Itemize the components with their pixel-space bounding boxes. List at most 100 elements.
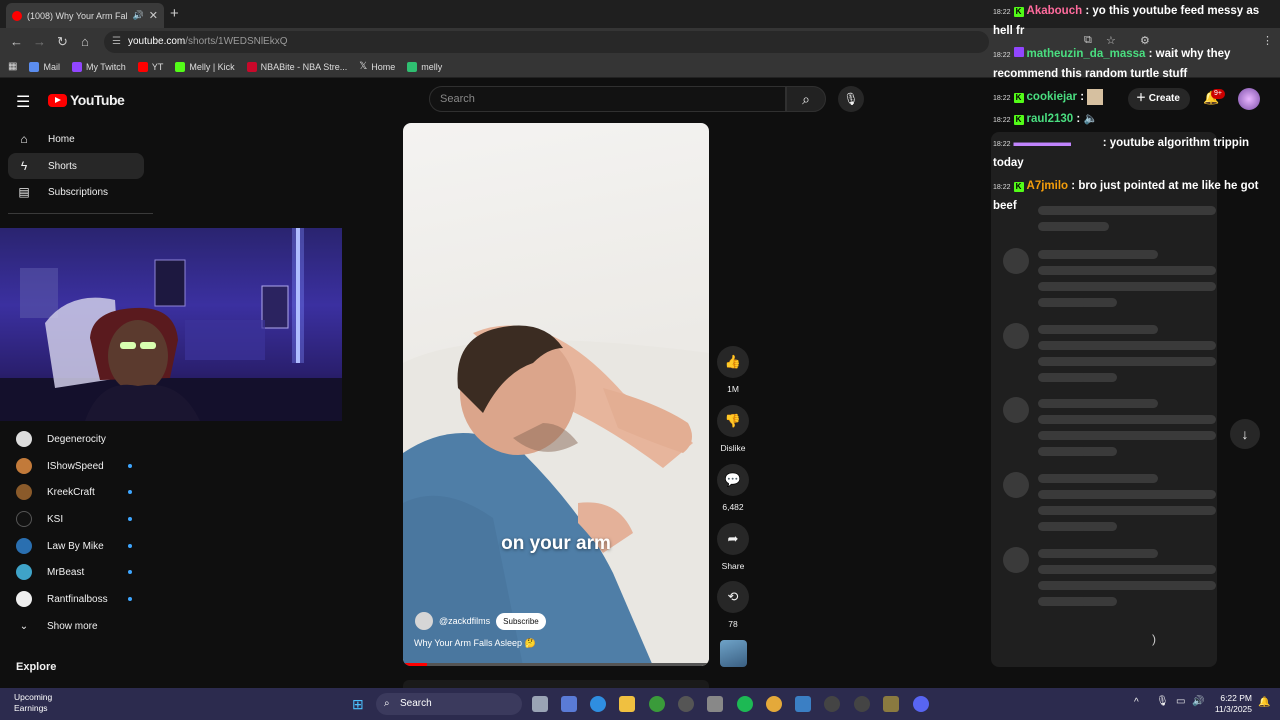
like-button[interactable]: 👍 1M [716, 346, 750, 394]
show-more-button[interactable]: ⌄ Show more [16, 615, 136, 637]
comments-button[interactable]: 💬 6,482 [716, 464, 750, 512]
store-icon[interactable] [707, 696, 723, 712]
chrome-icon[interactable] [766, 696, 782, 712]
voice-search-button[interactable]: 🎙 [838, 86, 864, 112]
windows-start-icon[interactable]: ⊞ [352, 696, 364, 713]
subscription-degenerocity[interactable]: Degenerocity [16, 428, 136, 450]
volume-icon[interactable]: 🔊 [1192, 696, 1204, 707]
chat-message: 18:22 Kcookiejar : [993, 88, 1278, 108]
skeleton-line [1038, 341, 1216, 350]
task-view-icon[interactable] [532, 696, 548, 712]
youtube-logo[interactable]: YouTube [48, 92, 125, 108]
channel-handle[interactable]: @zackdfilms [439, 616, 490, 626]
copilot-icon[interactable] [561, 696, 577, 712]
close-tab-icon[interactable]: ✕ [149, 9, 158, 22]
kick-badge-icon: K [1013, 115, 1024, 125]
subscription-ksi[interactable]: KSI [16, 508, 136, 530]
youtube-favicon-icon [12, 10, 22, 21]
subscriptions-icon: ▤ [18, 185, 30, 199]
subscription-label: Law By Mike [47, 540, 104, 552]
apps-grid-icon[interactable]: ▦ [8, 61, 17, 72]
clock-date: 11/3/2025 [1214, 704, 1252, 714]
notification-icon[interactable]: 🔔 [1258, 697, 1270, 708]
taskbar-clock[interactable]: 6:22 PM 11/3/2025 [1212, 693, 1252, 715]
app-icon[interactable] [854, 696, 870, 712]
github-icon[interactable] [678, 696, 694, 712]
subscription-rantfinalboss[interactable]: Rantfinalboss [16, 588, 136, 610]
skeleton-line [1038, 565, 1216, 574]
site-info-icon[interactable]: ☰ [112, 31, 121, 53]
bookmark-yt[interactable]: YT [137, 61, 163, 72]
new-tab-icon[interactable]: + [170, 5, 179, 22]
share-button[interactable]: ➦ Share [716, 523, 750, 571]
bookmark-melly-kick[interactable]: Melly | Kick [175, 61, 235, 72]
bookmark-my-twitch[interactable]: My Twitch [71, 61, 126, 72]
mic-icon[interactable]: 🎙 [1156, 696, 1169, 707]
subscription-kreekcraft[interactable]: KreekCraft [16, 481, 136, 503]
streamer-webcam [0, 228, 342, 421]
sidebar-item-label: Subscriptions [48, 186, 109, 198]
url-bar[interactable]: ☰ youtube.com/shorts/1WEDSNlEkxQ [104, 31, 989, 53]
chevron-up-icon[interactable]: ^ [1134, 697, 1139, 708]
chat-username: matheuzin_da_massa [1026, 48, 1146, 60]
bookmark-label: Home [371, 61, 396, 72]
live-dot [128, 597, 132, 601]
home-icon[interactable]: ⌂ [81, 34, 89, 49]
search-button[interactable]: ⌕ [786, 86, 826, 112]
skeleton-line [1038, 250, 1158, 259]
chat-timestamp: 18:22 [993, 95, 1011, 102]
back-icon[interactable]: ← [10, 34, 23, 49]
chat-timestamp: 18:22 [993, 141, 1011, 148]
thumbs-down-icon: 👎 [724, 413, 742, 428]
remix-button[interactable]: ⟲ 78 [716, 581, 750, 629]
shorts-icon: ϟ [20, 159, 28, 173]
photos-icon[interactable] [795, 696, 811, 712]
chat-timestamp: 18:22 [993, 117, 1011, 124]
skeleton-line [1038, 266, 1216, 275]
sidebar-item-home[interactable]: ⌂ Home [8, 126, 144, 152]
spotify-icon[interactable] [737, 696, 753, 712]
app-icon[interactable] [883, 696, 899, 712]
progress-bar[interactable] [403, 663, 709, 666]
bookmark-home[interactable]: 𝕏 Home [359, 61, 395, 72]
chat-message: 18:22 Kraul2130 : 🔈 [993, 113, 1098, 125]
edge-icon[interactable] [590, 696, 606, 712]
subscribe-button[interactable]: Subscribe [496, 612, 546, 630]
subscription-law-by-mike[interactable]: Law By Mike [16, 535, 136, 557]
taskbar-search[interactable]: ⌕ Search [376, 693, 522, 715]
shorts-video-player[interactable]: @zackdfilms Subscribe Why Your Arm Falls… [403, 123, 709, 666]
live-dot [128, 464, 132, 468]
media-player-icon[interactable] [824, 696, 840, 712]
video-title[interactable]: Why Your Arm Falls Asleep 🤔 [414, 638, 536, 649]
chevron-down-icon: ⌄ [19, 620, 29, 632]
widget-line1: Upcoming [14, 692, 53, 702]
xbox-icon[interactable] [649, 696, 665, 712]
chat-username: A7jmilo [1026, 180, 1069, 192]
dislike-button[interactable]: 👎 Dislike [716, 405, 750, 453]
channel-avatar[interactable] [415, 612, 433, 630]
file-explorer-icon[interactable] [619, 696, 635, 712]
chat-username: raul2130 [1026, 113, 1074, 125]
subscription-mrbeast[interactable]: MrBeast [16, 561, 136, 583]
forward-icon[interactable]: → [33, 34, 46, 49]
subscription-ishowspeed[interactable]: IShowSpeed [16, 455, 136, 477]
bookmark-mail[interactable]: Mail [29, 61, 60, 72]
hamburger-menu-icon[interactable]: ☰ [16, 92, 30, 112]
bookmark-nbabite[interactable]: NBABite - NBA Stre... [246, 61, 347, 72]
chat-username-obscured: ▬▬▬▬▬ [1013, 137, 1072, 149]
bookmark-melly[interactable]: melly [407, 61, 442, 72]
sound-thumbnail[interactable] [720, 640, 747, 667]
search-input[interactable]: Search [429, 86, 786, 112]
reload-icon[interactable]: ↻ [57, 34, 68, 50]
scroll-down-button[interactable]: ↓ [1230, 419, 1260, 449]
discord-icon[interactable] [913, 696, 929, 712]
progress-fill [403, 663, 428, 666]
sidebar-item-subscriptions[interactable]: ▤ Subscriptions [8, 179, 144, 205]
url-path: /shorts/1WEDSNlEkxQ [185, 36, 288, 47]
youtube-icon [137, 61, 148, 72]
taskbar-widget[interactable]: Upcoming Earnings [14, 692, 52, 714]
browser-tab[interactable]: (1008) Why Your Arm Falls 🔊 ✕ [6, 3, 164, 28]
sidebar-item-shorts[interactable]: ϟ Shorts [8, 153, 144, 179]
subscription-label: IShowSpeed [47, 460, 104, 472]
network-icon[interactable]: ▭ [1176, 696, 1185, 707]
